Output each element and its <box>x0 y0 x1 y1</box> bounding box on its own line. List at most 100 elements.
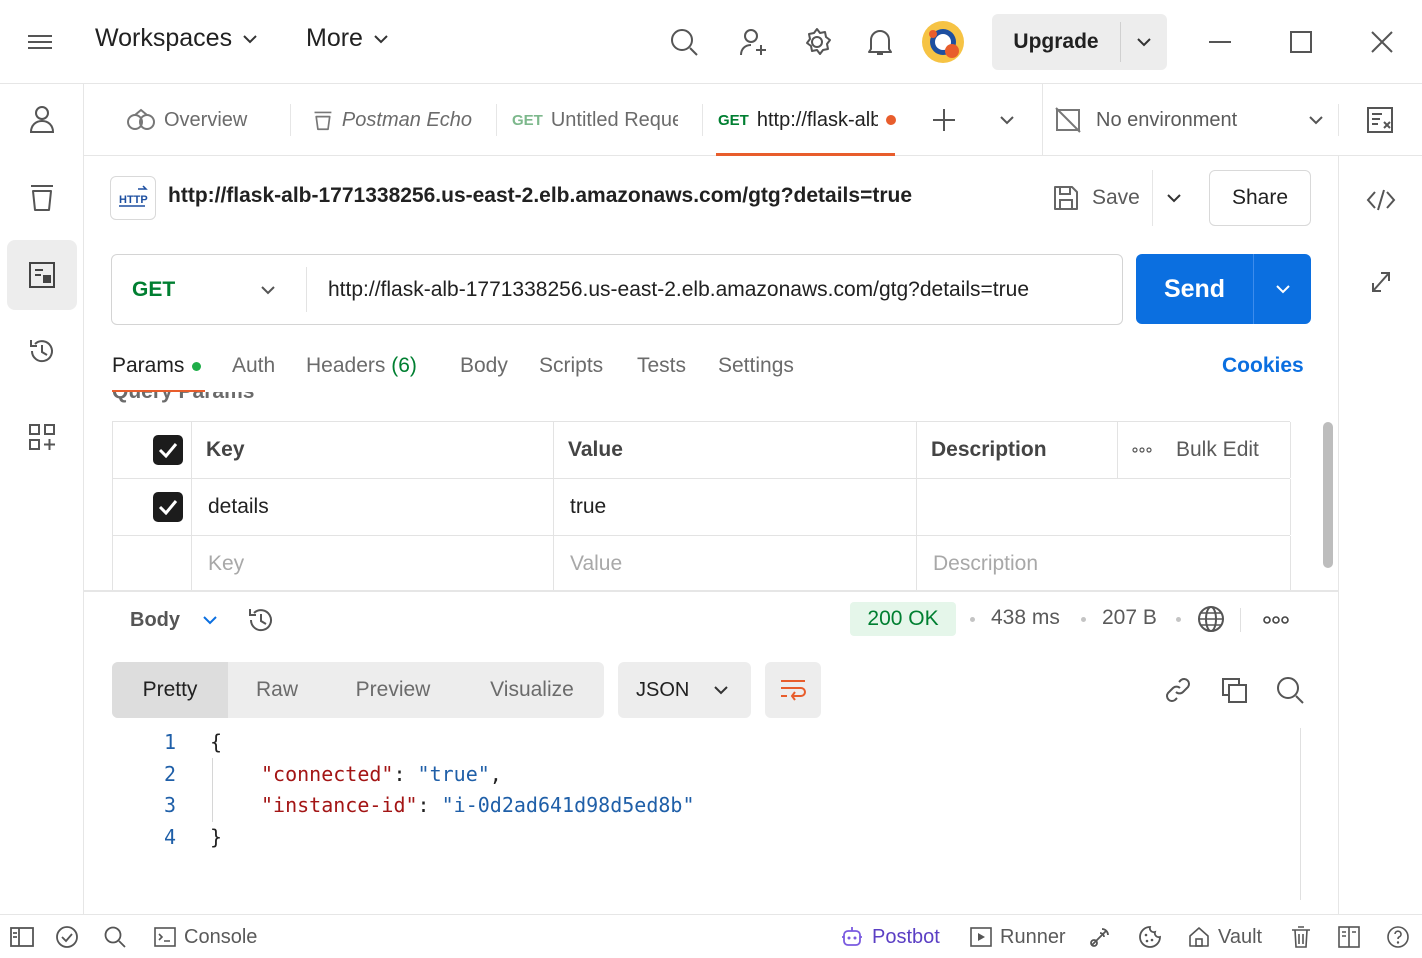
vault-label: Vault <box>1218 925 1263 948</box>
find-icon[interactable] <box>104 915 126 958</box>
request-title[interactable]: http://flask-alb-1771338256.us-east-2.el… <box>168 184 912 208</box>
wrap-lines-icon[interactable] <box>765 662 821 718</box>
response-time[interactable]: 438 ms <box>991 606 1060 630</box>
cookies-icon[interactable] <box>1138 915 1162 958</box>
sidebar-item-collections[interactable] <box>7 162 77 232</box>
new-description-input[interactable]: Description <box>916 536 1291 591</box>
json-value: "true" <box>417 762 490 786</box>
row-checkbox[interactable] <box>153 492 183 522</box>
tab-separator <box>496 104 497 136</box>
method-selector[interactable]: GET <box>112 255 306 324</box>
tab-overview[interactable]: Overview <box>126 84 326 156</box>
table-row-new: Key Value Description <box>112 536 1291 591</box>
send-button[interactable]: Send <box>1136 254 1253 324</box>
notifications-bell-icon[interactable] <box>862 24 898 60</box>
status-badge[interactable]: 200 OK <box>850 602 956 636</box>
help-icon[interactable] <box>1386 915 1410 958</box>
response-size[interactable]: 207 B <box>1102 606 1157 630</box>
tabs-row: Overview Postman Echo GET Untitled Reque… <box>84 84 1422 156</box>
view-tab-pretty[interactable]: Pretty <box>112 662 228 718</box>
param-value-cell[interactable]: true <box>553 479 916 535</box>
param-key-cell[interactable]: details <box>191 479 553 535</box>
param-description-cell[interactable] <box>916 479 1291 535</box>
invite-user-icon[interactable] <box>736 24 772 60</box>
environment-selector[interactable]: No environment <box>1054 84 1324 156</box>
workspaces-menu[interactable]: Workspaces <box>95 24 258 53</box>
maximize-window-icon[interactable] <box>1285 26 1317 58</box>
new-value-input[interactable]: Value <box>553 536 916 591</box>
more-menu[interactable]: More <box>306 24 389 53</box>
save-options-chevron-down-icon[interactable] <box>1158 184 1190 212</box>
request-response-divider[interactable] <box>84 590 1338 592</box>
response-body-selector[interactable]: Body <box>130 606 218 634</box>
tab-params-label: Params <box>112 354 185 377</box>
upgrade-dropdown-button[interactable] <box>1121 14 1167 70</box>
trash-icon[interactable] <box>1290 915 1312 958</box>
toggle-sidebar-icon[interactable] <box>10 915 34 958</box>
connected-check-icon[interactable] <box>55 915 79 958</box>
json-trail: , <box>489 762 502 786</box>
environment-quick-look-icon[interactable] <box>1364 104 1396 136</box>
tab-params[interactable]: Params <box>112 354 202 378</box>
more-options-icon[interactable] <box>1260 606 1292 634</box>
upgrade-button[interactable]: Upgrade <box>992 14 1120 70</box>
tab-settings[interactable]: Settings <box>718 354 794 378</box>
tab-scripts[interactable]: Scripts <box>539 354 603 378</box>
view-tab-raw[interactable]: Raw <box>228 662 326 718</box>
minimize-window-icon[interactable] <box>1204 26 1236 58</box>
tab-untitled-request[interactable]: GET Untitled Request <box>512 84 678 156</box>
json-value: "i-0d2ad641d98d5ed8b" <box>441 793 695 817</box>
console-button[interactable]: Console <box>154 915 257 958</box>
vault-button[interactable]: Vault <box>1188 915 1262 958</box>
code-snippet-icon[interactable] <box>1365 184 1397 216</box>
settings-gear-icon[interactable] <box>799 24 835 60</box>
network-globe-icon[interactable] <box>1196 604 1226 634</box>
search-response-icon[interactable] <box>1274 674 1306 706</box>
copy-icon[interactable] <box>1218 674 1250 706</box>
cookies-link[interactable]: Cookies <box>1222 354 1304 378</box>
sidebar-item-history[interactable] <box>7 316 77 386</box>
user-avatar[interactable] <box>921 20 965 64</box>
url-input[interactable]: http://flask-alb-1771338256.us-east-2.el… <box>328 255 1108 324</box>
response-code-view[interactable]: 1 { 2 "connected": "true", 3 "instance-i… <box>112 724 1326 904</box>
send-options-chevron-down-icon[interactable] <box>1254 254 1311 324</box>
sidebar-item-user[interactable] <box>7 84 77 154</box>
expand-collapse-icon[interactable] <box>1365 266 1397 298</box>
sidebar-item-requests[interactable] <box>7 240 77 310</box>
table-header-row: Key Value Description Bulk Edit <box>112 422 1291 479</box>
tab-headers[interactable]: Headers (6) <box>306 354 417 378</box>
save-button[interactable]: Save <box>1052 176 1152 220</box>
new-tab-plus-icon[interactable] <box>928 104 960 136</box>
tabs-overflow-chevron-down-icon[interactable] <box>992 104 1022 136</box>
tab-flask-request[interactable]: GET http://flask-alb <box>718 84 896 156</box>
capture-requests-icon[interactable] <box>1088 915 1112 958</box>
table-row: details true <box>112 479 1291 536</box>
chevron-down-icon <box>374 34 388 43</box>
new-key-input[interactable]: Key <box>191 536 553 591</box>
user-icon <box>29 106 55 133</box>
response-history-icon[interactable] <box>245 604 277 636</box>
tab-auth[interactable]: Auth <box>232 354 275 378</box>
console-icon <box>154 927 176 947</box>
format-selector[interactable]: JSON <box>618 662 751 718</box>
hamburger-menu-icon[interactable] <box>22 28 58 56</box>
postbot-button[interactable]: Postbot <box>840 915 940 958</box>
params-scrollbar[interactable] <box>1323 422 1333 568</box>
view-tab-visualize[interactable]: Visualize <box>460 662 604 718</box>
divider <box>1152 170 1153 226</box>
dot-separator <box>970 617 975 622</box>
copy-link-icon[interactable] <box>1162 674 1194 706</box>
tab-postman-echo[interactable]: Postman Echo <box>312 84 472 156</box>
active-tab-indicator <box>716 153 895 156</box>
search-icon[interactable] <box>666 24 702 60</box>
tab-tests[interactable]: Tests <box>637 354 686 378</box>
share-button[interactable]: Share <box>1209 170 1311 226</box>
close-window-icon[interactable] <box>1366 26 1398 58</box>
two-pane-layout-icon[interactable] <box>1338 915 1360 958</box>
runner-button[interactable]: Runner <box>970 915 1066 958</box>
bulk-edit-button[interactable]: Bulk Edit <box>1117 422 1291 478</box>
select-all-checkbox[interactable] <box>153 435 183 465</box>
view-tab-preview[interactable]: Preview <box>326 662 460 718</box>
sidebar-item-add-workbench[interactable] <box>7 402 77 472</box>
tab-body[interactable]: Body <box>460 354 508 378</box>
